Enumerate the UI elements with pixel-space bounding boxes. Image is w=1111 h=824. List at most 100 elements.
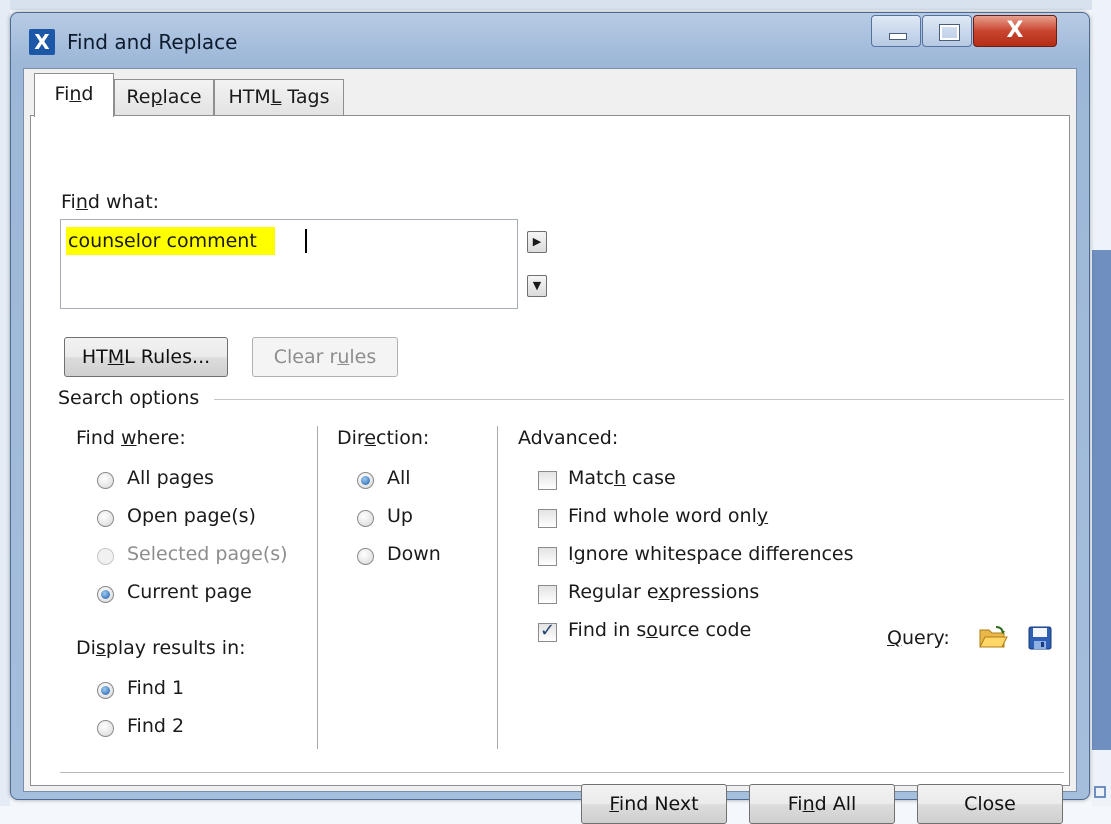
ignore-whitespace-label-c: nore whitespace differences xyxy=(585,543,854,565)
tab-replace-label-b: p xyxy=(150,86,163,108)
find-where-label-c: here: xyxy=(136,427,186,449)
match-case-label-c: case xyxy=(625,467,676,489)
close-button[interactable]: Close xyxy=(917,784,1063,824)
find-what-input[interactable]: counselor comment xyxy=(60,219,518,309)
find-next-button[interactable]: Find Next xyxy=(581,784,727,824)
query-label-a: Q xyxy=(887,627,902,649)
tab-html-tags-label-a: HTM xyxy=(228,86,271,108)
background-app-right xyxy=(1092,0,1111,806)
window-title: Find and Replace xyxy=(67,30,238,54)
radio-direction-all-label: All xyxy=(387,467,411,489)
query-label: Query: xyxy=(887,627,950,649)
radio-find-2-label: Find 2 xyxy=(127,715,185,737)
close-icon: X xyxy=(1006,18,1024,43)
direction-label-b: e xyxy=(364,427,377,449)
whole-word-checkbox[interactable] xyxy=(538,509,557,528)
display-results-label-b: s xyxy=(95,637,106,659)
find-what-label-b: n xyxy=(75,191,88,213)
html-rules-button[interactable]: HTML Rules... xyxy=(64,337,228,377)
query-label-b: uery: xyxy=(901,627,950,649)
find-next-label-a: F xyxy=(609,793,619,815)
display-results-label-c: play results in: xyxy=(105,637,246,659)
clear-rules-label-a: Clear r xyxy=(273,346,338,368)
column-divider-1 xyxy=(317,426,318,749)
regex-label: Regular expressions xyxy=(568,581,759,603)
dialog-client-area: Find Replace HTML Tags Find what: counse… xyxy=(23,68,1077,824)
background-corner-icon xyxy=(1094,786,1106,798)
clear-rules-label-b: u xyxy=(337,346,350,368)
find-where-label: Find where: xyxy=(76,427,186,449)
find-replace-window: X Find and Replace X Find Replace HTML T… xyxy=(10,12,1090,824)
tab-html-tags[interactable]: HTML Tags xyxy=(214,79,344,115)
display-results-label-a: Di xyxy=(76,637,96,659)
radio-find-1-label: Find 1 xyxy=(127,677,185,699)
title-bar[interactable]: X Find and Replace X xyxy=(11,13,1089,67)
whole-word-label-b: y xyxy=(756,505,769,527)
insert-arrow-button[interactable]: ▶ xyxy=(527,231,547,253)
match-case-label: Match case xyxy=(568,467,676,489)
background-scroll-strip xyxy=(1092,250,1111,750)
radio-selected-pages[interactable] xyxy=(97,548,114,565)
radio-direction-down[interactable] xyxy=(357,548,374,565)
find-tab-panel xyxy=(30,116,1070,786)
find-all-button[interactable]: Find All xyxy=(749,784,895,824)
direction-label-a: Dir xyxy=(337,427,365,449)
radio-open-pages[interactable] xyxy=(97,510,114,527)
search-options-label: Search options xyxy=(58,387,200,409)
radio-selected-pages-label: Selected page(s) xyxy=(127,543,288,565)
direction-label: Direction: xyxy=(337,427,429,449)
regex-label-a: Regular e xyxy=(568,581,659,603)
regex-label-b: x xyxy=(658,581,670,603)
find-all-label-b: n xyxy=(802,793,815,815)
radio-find-1[interactable] xyxy=(97,682,114,699)
find-what-label: Find what: xyxy=(61,191,159,213)
source-code-label: Find in source code xyxy=(568,619,751,641)
folder-open-icon[interactable] xyxy=(978,625,1008,649)
find-what-label-a: Fi xyxy=(61,191,76,213)
radio-open-pages-label: Open page(s) xyxy=(127,505,256,527)
minimize-button[interactable] xyxy=(871,15,921,47)
radio-find-2[interactable] xyxy=(97,720,114,737)
radio-all-pages[interactable] xyxy=(97,472,114,489)
find-where-label-b: w xyxy=(120,427,137,449)
html-rules-label-a: HT xyxy=(81,346,108,368)
tab-replace-label-c: lace xyxy=(162,86,202,108)
history-dropdown-button[interactable]: ▼ xyxy=(527,275,547,297)
tab-replace[interactable]: Replace xyxy=(114,79,214,115)
close-window-button[interactable]: X xyxy=(973,15,1057,47)
regex-checkbox[interactable] xyxy=(538,585,557,604)
match-case-checkbox[interactable] xyxy=(538,471,557,490)
display-results-label: Display results in: xyxy=(76,637,246,659)
direction-label-c: ction: xyxy=(376,427,430,449)
find-where-label-a: Find xyxy=(76,427,121,449)
radio-all-pages-label: All pages xyxy=(127,467,214,489)
radio-direction-down-label: Down xyxy=(387,543,441,565)
match-case-label-b: h xyxy=(613,467,626,489)
tab-find-label-c: d xyxy=(81,83,94,105)
tab-find[interactable]: Find xyxy=(34,73,114,117)
dropdown-arrow-icon: ▼ xyxy=(532,279,542,292)
tab-replace-label-a: Re xyxy=(126,86,151,108)
whole-word-label: Find whole word only xyxy=(568,505,768,527)
source-code-checkbox[interactable] xyxy=(538,620,557,642)
column-divider-2 xyxy=(497,426,498,749)
tab-find-label-a: Fi xyxy=(54,83,70,105)
app-icon: X xyxy=(29,29,55,55)
clear-rules-button[interactable]: Clear rules xyxy=(252,337,398,377)
radio-direction-up[interactable] xyxy=(357,510,374,527)
ignore-whitespace-checkbox[interactable] xyxy=(538,547,557,566)
source-code-label-a: Find in s xyxy=(568,619,647,641)
tab-html-tags-label-c: Tags xyxy=(281,86,330,108)
radio-direction-all[interactable] xyxy=(357,472,374,489)
source-code-label-b: o xyxy=(646,619,658,641)
find-next-label-b: ind Next xyxy=(618,793,699,815)
tab-find-label-b: n xyxy=(69,83,82,105)
radio-current-page[interactable] xyxy=(97,586,114,603)
match-case-label-a: Matc xyxy=(568,467,614,489)
text-caret xyxy=(305,229,307,253)
maximize-button[interactable] xyxy=(922,15,972,47)
background-app-left xyxy=(0,0,10,806)
html-rules-label-c: L Rules... xyxy=(124,346,211,368)
find-all-label-a: Fi xyxy=(787,793,803,815)
save-icon[interactable] xyxy=(1028,626,1052,650)
